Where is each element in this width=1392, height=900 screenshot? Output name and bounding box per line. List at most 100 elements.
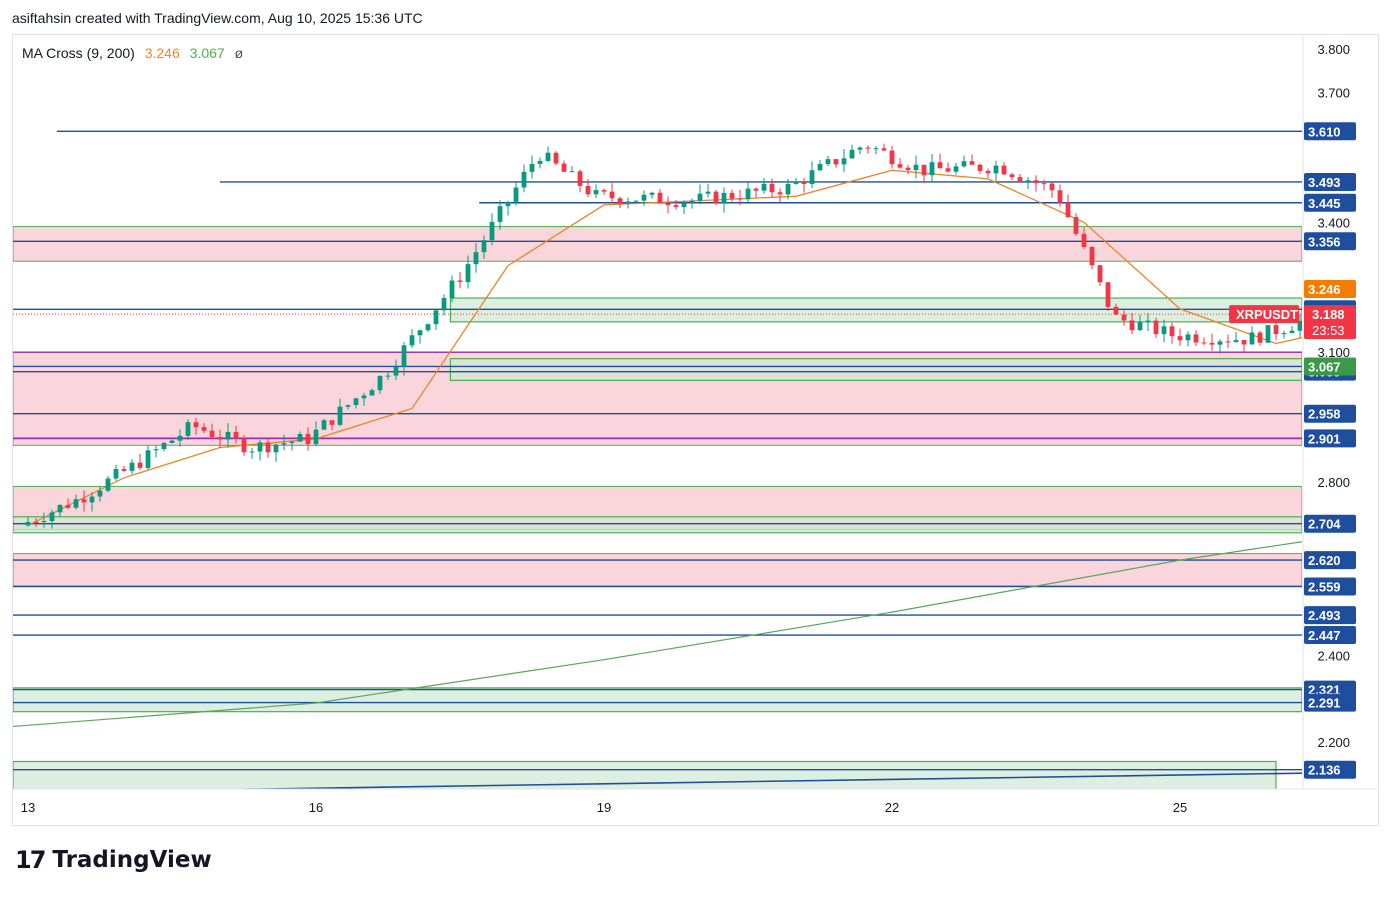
candle — [1017, 173, 1023, 183]
candle-body — [1017, 177, 1023, 182]
candle-body — [761, 183, 767, 191]
candle-body — [449, 280, 455, 298]
candle-body — [1217, 341, 1223, 345]
candle-body — [609, 191, 615, 199]
candle — [1233, 332, 1239, 343]
candle — [793, 177, 799, 185]
candle — [657, 189, 663, 204]
candle-body — [1241, 340, 1247, 345]
candle-body — [1049, 183, 1055, 191]
candle-body — [1105, 282, 1111, 307]
candle — [777, 188, 783, 203]
candle — [801, 177, 807, 193]
time-tick-label: 25 — [1173, 800, 1187, 815]
candle-body — [289, 441, 295, 444]
candle-body — [1370, 301, 1375, 313]
candle-body — [73, 499, 79, 508]
candle — [753, 187, 759, 198]
candle-body — [1065, 202, 1071, 217]
candle-body — [1209, 342, 1215, 345]
candle-body — [1177, 336, 1183, 341]
price-label-3.493-text: 3.493 — [1308, 175, 1341, 190]
candle — [1265, 325, 1271, 343]
tradingview-logo[interactable]: 17 TradingView — [15, 846, 212, 874]
candle-body — [1386, 302, 1391, 310]
candle — [1169, 322, 1175, 344]
candle-body — [681, 202, 687, 208]
candle-body — [369, 390, 375, 396]
candle — [425, 323, 431, 333]
candle — [129, 459, 135, 475]
candle-body — [393, 366, 399, 376]
candle-body — [641, 194, 647, 201]
indicator-legend[interactable]: MA Cross (9, 200) 3.246 3.067 ø — [22, 45, 243, 61]
candle-body — [857, 147, 863, 150]
candle-body — [921, 164, 927, 176]
candle-body — [1169, 326, 1175, 337]
candle-body — [1145, 320, 1151, 323]
candle — [849, 144, 855, 159]
candle-body — [969, 161, 975, 165]
candle — [697, 184, 703, 205]
candle-body — [497, 206, 503, 222]
candle — [745, 181, 751, 202]
candle-body — [985, 170, 991, 174]
candle — [593, 184, 599, 199]
candle-body — [713, 191, 719, 204]
candle-body — [129, 462, 135, 471]
candle-body — [1009, 174, 1015, 178]
ma-slow-price-label-text: 3.067 — [1308, 359, 1341, 374]
candle-body — [473, 252, 479, 265]
price-tick-label: 2.800 — [1317, 475, 1350, 490]
candle-body — [217, 437, 223, 440]
candle — [1201, 337, 1207, 346]
candle — [417, 329, 423, 344]
candle-body — [297, 434, 303, 442]
candle — [521, 164, 527, 193]
candle-body — [785, 183, 791, 195]
candle — [1097, 264, 1103, 287]
candle — [257, 439, 263, 461]
candle-body — [601, 190, 607, 192]
candle-body — [1113, 306, 1119, 315]
candle-body — [793, 181, 799, 184]
price-label-2.620-text: 2.620 — [1308, 553, 1341, 568]
price-label-2.447-text: 2.447 — [1308, 628, 1341, 643]
support-zone-9 — [13, 760, 1277, 789]
candle-body — [361, 395, 367, 399]
candle-body — [873, 148, 879, 150]
candle-body — [409, 335, 415, 346]
candle-body — [65, 505, 71, 508]
visibility-icon[interactable]: ø — [235, 45, 244, 61]
candle-body — [193, 422, 199, 428]
time-tick-label: 13 — [21, 800, 35, 815]
candle-body — [753, 188, 759, 191]
support-zone-3 — [449, 358, 1302, 381]
tradingview-mark-icon: 17 — [15, 846, 46, 874]
candle-body — [1201, 342, 1207, 344]
ma-fast-price-label-text: 3.246 — [1308, 282, 1341, 297]
candle — [665, 196, 671, 214]
candle-body — [905, 167, 911, 171]
candle-body — [945, 168, 951, 172]
candle-body — [1041, 183, 1047, 185]
price-chart[interactable]: 3.8003.7003.4003.1002.8002.4002.20013 16 1… — [0, 0, 1392, 900]
bar-countdown-text: 23:53 — [1312, 323, 1345, 338]
price-label-3.356-text: 3.356 — [1308, 234, 1341, 249]
candle — [881, 143, 887, 152]
candle-body — [697, 193, 703, 201]
candle-body — [1362, 305, 1367, 312]
candle-body — [689, 200, 695, 203]
candle — [505, 201, 511, 216]
current-price-text: 3.188 — [1312, 307, 1345, 322]
candle-body — [505, 201, 511, 207]
candle-body — [49, 512, 55, 521]
candle-body — [1273, 325, 1279, 335]
candle-body — [529, 163, 535, 172]
candle — [897, 158, 903, 169]
candle — [609, 183, 615, 204]
candle — [633, 200, 639, 203]
candle-body — [377, 376, 383, 391]
candle-body — [425, 324, 431, 331]
candle — [833, 158, 839, 168]
